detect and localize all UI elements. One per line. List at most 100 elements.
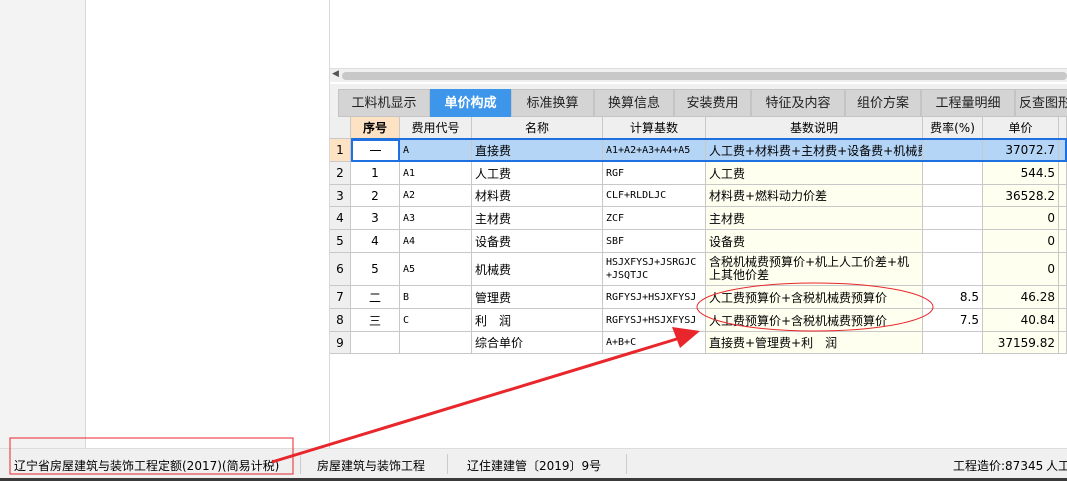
cell-overflow	[1059, 230, 1067, 253]
cell-desc[interactable]: 人工费	[706, 162, 923, 185]
cell-name[interactable]: 主材费	[472, 207, 603, 230]
cell-base[interactable]: RGFYSJ+HSJXFYSJ	[603, 286, 706, 309]
cell-code[interactable]: A2	[400, 185, 472, 207]
cell-code[interactable]: A1	[400, 162, 472, 185]
cell-price[interactable]: 37159.82	[983, 332, 1059, 354]
cell-desc[interactable]: 直接费+管理费+利 润	[706, 332, 923, 354]
column-header[interactable]: 序号	[351, 117, 400, 139]
cell-name[interactable]: 直接费	[472, 139, 603, 162]
cell-price[interactable]: 36528.2	[983, 185, 1059, 207]
cell-code[interactable]: A	[400, 139, 472, 162]
cell-overflow	[1059, 207, 1067, 230]
cell-rate[interactable]: 8.5	[923, 286, 983, 309]
cell-rate[interactable]	[923, 230, 983, 253]
column-header[interactable]: 名称	[472, 117, 603, 139]
cell-n: 8	[330, 309, 351, 332]
tab-0[interactable]: 工料机显示	[338, 89, 430, 117]
tab-1[interactable]: 单价构成	[430, 89, 511, 117]
cell-rate[interactable]	[923, 139, 983, 162]
cell-n: 4	[330, 207, 351, 230]
tab-6[interactable]: 组价方案	[845, 89, 921, 117]
cell-name[interactable]: 机械费	[472, 253, 603, 286]
cell-code[interactable]: B	[400, 286, 472, 309]
cell-price[interactable]: 37072.7	[983, 139, 1059, 162]
cell-code[interactable]: A5	[400, 253, 472, 286]
scroll-left-icon[interactable]: ◀	[332, 69, 339, 79]
cell-price[interactable]: 0	[983, 253, 1059, 286]
cell-overflow	[1059, 162, 1067, 185]
cell-desc[interactable]: 主材费	[706, 207, 923, 230]
cell-name[interactable]: 利 润	[472, 309, 603, 332]
cell-base[interactable]: A+B+C	[603, 332, 706, 354]
cell-desc[interactable]: 人工费预算价+含税机械费预算价	[706, 286, 923, 309]
cell-seq[interactable]: 二	[351, 286, 400, 309]
cell-base[interactable]: HSJXFYSJ+JSRGJC +JSQTJC	[603, 253, 706, 286]
annotation-arrow	[271, 336, 681, 464]
cell-price[interactable]: 46.28	[983, 286, 1059, 309]
tab-4[interactable]: 安装费用	[674, 89, 751, 117]
cell-code[interactable]	[400, 332, 472, 354]
cell-desc[interactable]: 人工费+材料费+主材费+设备费+机械费	[706, 139, 923, 162]
cell-overflow	[1059, 185, 1067, 207]
policy-document: 辽住建建管〔2019〕9号	[467, 459, 602, 473]
cell-base[interactable]: ZCF	[603, 207, 706, 230]
cell-rate[interactable]	[923, 162, 983, 185]
cell-n: 5	[330, 230, 351, 253]
horizontal-scrollbar[interactable]: ◀	[330, 68, 1067, 82]
cell-code[interactable]: C	[400, 309, 472, 332]
cell-desc[interactable]: 设备费	[706, 230, 923, 253]
cell-seq[interactable]: 1	[351, 162, 400, 185]
tab-7[interactable]: 工程量明细	[921, 89, 1015, 117]
cell-name[interactable]: 设备费	[472, 230, 603, 253]
cell-overflow	[1059, 286, 1067, 309]
cell-base[interactable]: CLF+RLDLJC	[603, 185, 706, 207]
cell-base[interactable]: RGFYSJ+HSJXFYSJ	[603, 309, 706, 332]
cell-seq[interactable]	[351, 332, 400, 354]
scrollbar-thumb[interactable]	[342, 72, 1067, 80]
cell-desc[interactable]: 材料费+燃料动力价差	[706, 185, 923, 207]
tab-8[interactable]: 反查图形	[1015, 89, 1067, 117]
tab-3[interactable]: 换算信息	[594, 89, 674, 117]
cell-n: 3	[330, 185, 351, 207]
cell-price[interactable]: 40.84	[983, 309, 1059, 332]
tree-panel	[86, 0, 330, 448]
cell-rate[interactable]	[923, 253, 983, 286]
column-header-extra	[1059, 117, 1067, 139]
cell-name[interactable]: 材料费	[472, 185, 603, 207]
tab-5[interactable]: 特征及内容	[751, 89, 845, 117]
quota-name: 辽宁省房屋建筑与装饰工程定额(2017)(简易计税)	[14, 459, 280, 473]
cell-price[interactable]: 544.5	[983, 162, 1059, 185]
column-header[interactable]: 基数说明	[706, 117, 923, 139]
cell-code[interactable]: A4	[400, 230, 472, 253]
cell-base[interactable]: SBF	[603, 230, 706, 253]
column-header[interactable]: 费率(%)	[923, 117, 983, 139]
detail-tabs: 工料机显示 单价构成 标准换算 换算信息 安装费用 特征及内容 组价方案 工程量明细 反查图形	[330, 84, 1067, 117]
cell-overflow	[1059, 332, 1067, 354]
cell-price[interactable]: 0	[983, 230, 1059, 253]
cell-code[interactable]: A3	[400, 207, 472, 230]
cell-price[interactable]: 0	[983, 207, 1059, 230]
cell-seq[interactable]: 2	[351, 185, 400, 207]
cell-base[interactable]: RGF	[603, 162, 706, 185]
cell-seq[interactable]: 一	[351, 139, 400, 162]
cell-n: 7	[330, 286, 351, 309]
column-header[interactable]: 计算基数	[603, 117, 706, 139]
cell-base[interactable]: A1+A2+A3+A4+A5	[603, 139, 706, 162]
cell-rate[interactable]	[923, 332, 983, 354]
cell-seq[interactable]: 4	[351, 230, 400, 253]
cell-desc[interactable]: 人工费预算价+含税机械费预算价	[706, 309, 923, 332]
specialty-name: 房屋建筑与装饰工程	[317, 459, 426, 473]
cell-rate[interactable]	[923, 185, 983, 207]
cell-name[interactable]: 管理费	[472, 286, 603, 309]
cell-name[interactable]: 综合单价	[472, 332, 603, 354]
column-header[interactable]: 费用代号	[400, 117, 472, 139]
cell-seq[interactable]: 5	[351, 253, 400, 286]
column-header[interactable]: 单价	[983, 117, 1059, 139]
tab-2[interactable]: 标准换算	[511, 89, 594, 117]
cell-rate[interactable]: 7.5	[923, 309, 983, 332]
cell-seq[interactable]: 3	[351, 207, 400, 230]
cell-name[interactable]: 人工费	[472, 162, 603, 185]
cell-seq[interactable]: 三	[351, 309, 400, 332]
cell-desc[interactable]: 含税机械费预算价+机上人工价差+机上其他价差	[706, 253, 923, 286]
cell-rate[interactable]	[923, 207, 983, 230]
